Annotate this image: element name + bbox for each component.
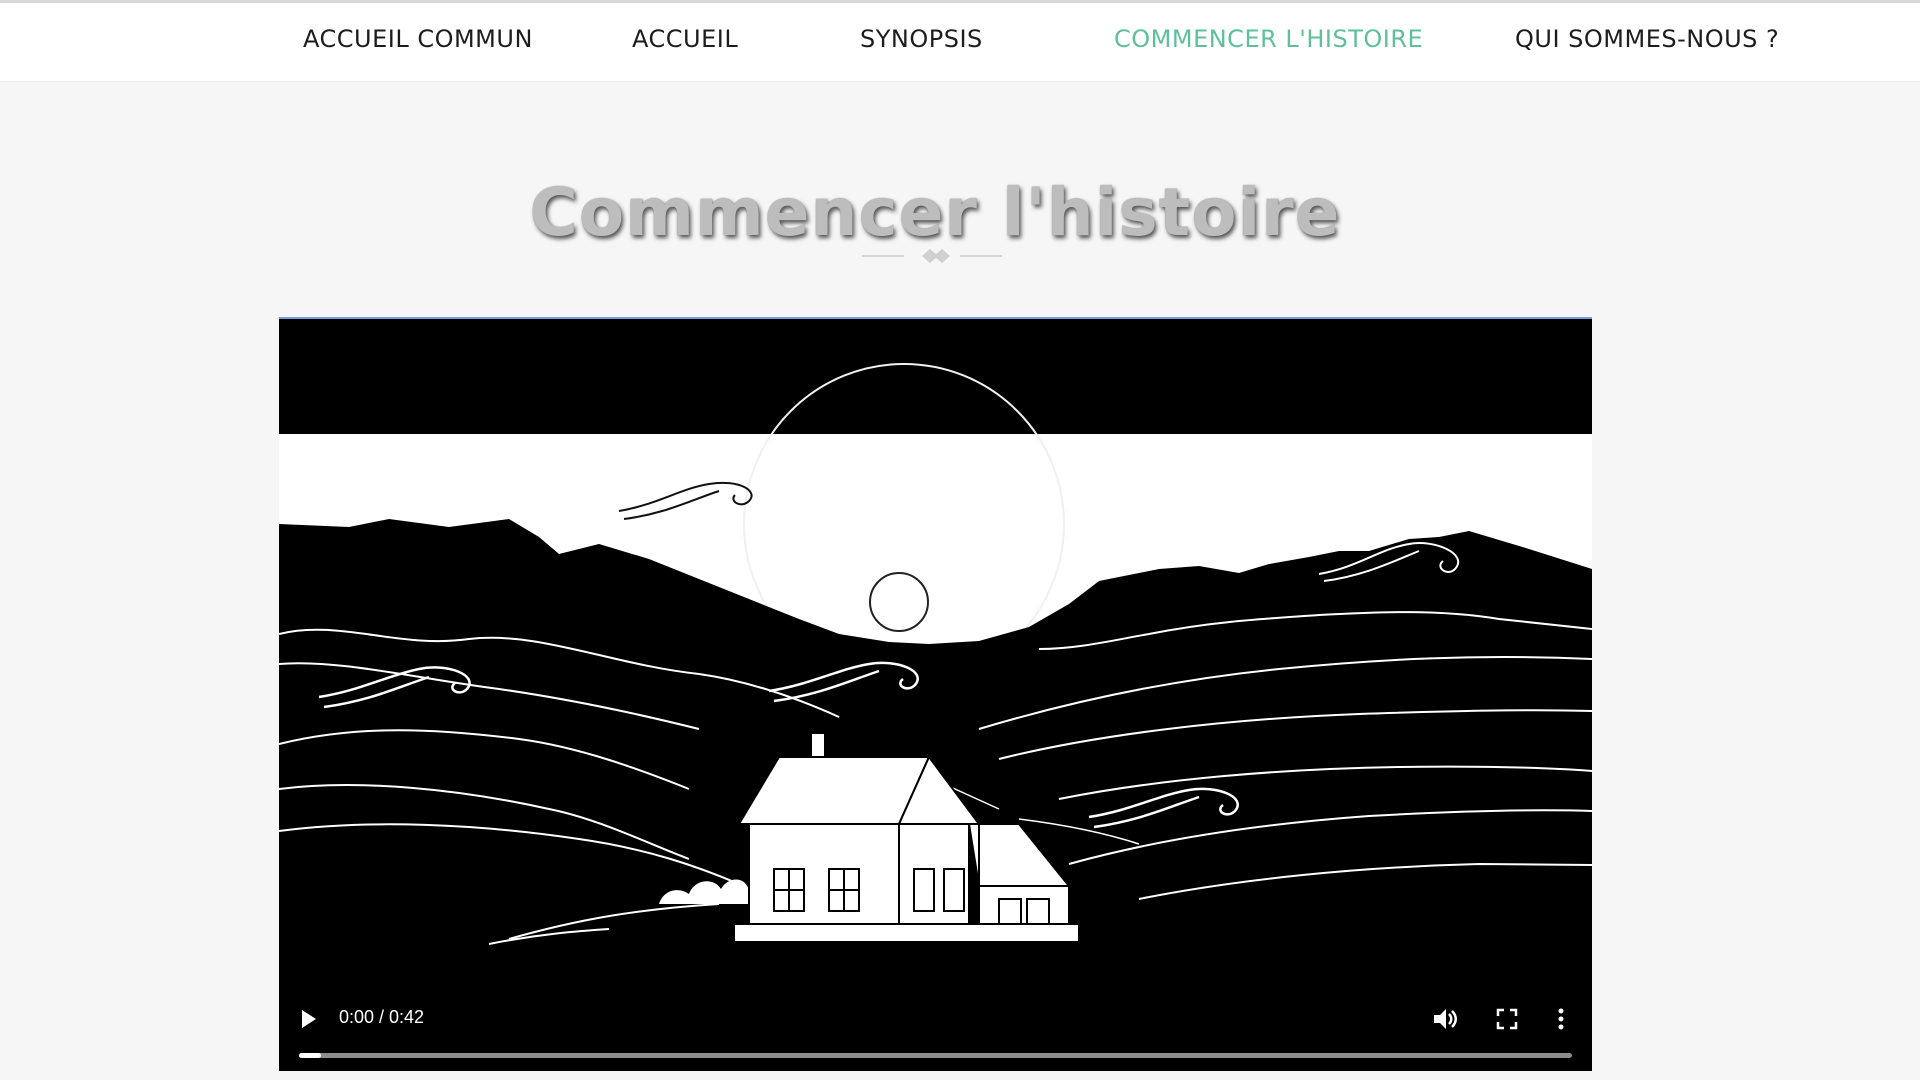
- nav-link-synopsis[interactable]: Synopsis: [860, 25, 983, 61]
- play-icon[interactable]: [299, 1007, 319, 1031]
- video-player[interactable]: 0:00 / 0:42: [279, 317, 1592, 1071]
- nav-link-commencer-histoire[interactable]: Commencer l'histoire: [1114, 25, 1423, 61]
- nav-link-accueil-commun[interactable]: Accueil commun: [303, 25, 533, 61]
- title-divider: [862, 249, 1002, 263]
- volume-icon[interactable]: [1431, 1005, 1459, 1033]
- main-navigation: Accueil commun Accueil Synopsis Commence…: [0, 3, 1920, 82]
- video-controls: 0:00 / 0:42: [279, 975, 1592, 1071]
- fullscreen-icon[interactable]: [1495, 1007, 1519, 1031]
- nav-link-accueil[interactable]: Accueil: [632, 25, 738, 61]
- more-vertical-icon[interactable]: [1555, 1005, 1567, 1033]
- video-progress-bar[interactable]: [299, 1053, 1572, 1058]
- nav-link-qui-sommes-nous[interactable]: Qui sommes-nous ?: [1515, 25, 1779, 61]
- video-time: 0:00 / 0:42: [339, 1007, 425, 1027]
- page-title: Commencer l'histoire: [529, 174, 1341, 252]
- video-frame-landscape: [279, 363, 1592, 1071]
- video-progress-fill: [299, 1053, 321, 1058]
